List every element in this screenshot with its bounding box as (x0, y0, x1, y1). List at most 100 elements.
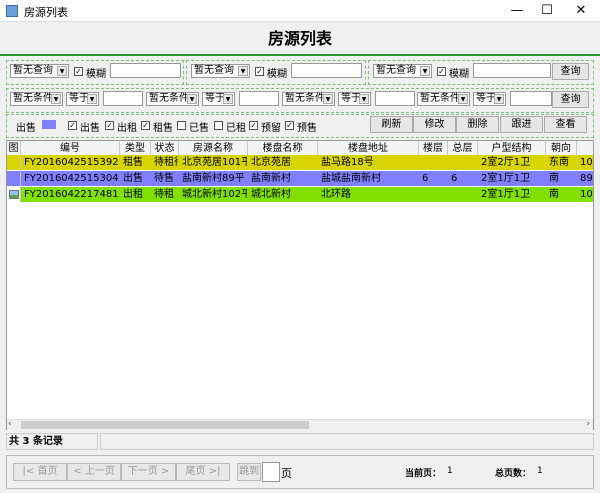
last-page-button[interactable]: 尾页 >| (176, 463, 230, 481)
query-button-1[interactable]: 查询 (552, 63, 589, 80)
jump-page-input[interactable] (262, 462, 280, 482)
edit-button[interactable]: 修改 (413, 116, 456, 133)
table-row[interactable]: FY201604251539263210 租售待租待北京苑居101平北京苑居 盐马路… (7, 155, 593, 171)
chevron-down-icon[interactable]: ▼ (87, 94, 97, 104)
chevron-down-icon[interactable]: ▼ (57, 66, 67, 76)
table-cell: 北环路 (321, 189, 351, 200)
chevron-down-icon[interactable]: ▼ (323, 94, 333, 104)
condition-operator-select[interactable]: 等于 ▼ (473, 92, 506, 106)
delete-button[interactable]: 删除 (456, 116, 499, 133)
maximize-button[interactable]: ☐ (532, 2, 562, 20)
chevron-down-icon[interactable]: ▼ (51, 94, 61, 104)
filter-checkbox-1[interactable]: ✓ (105, 121, 114, 130)
search-input[interactable] (291, 63, 362, 78)
search-input[interactable] (110, 63, 181, 78)
search-field-select[interactable]: 暂无查询 ▼ (373, 64, 432, 78)
table-cell: 6 (422, 173, 429, 184)
table-cell (419, 155, 448, 171)
table-row[interactable]: FY201604251530454540 出售待售盐南新村89平盐南新村 盐城盐南新… (7, 171, 593, 187)
fuzzy-label: 模糊 (267, 69, 287, 80)
view-button[interactable]: 查看 (544, 116, 587, 133)
page-title: 房源列表 (0, 22, 600, 56)
filter-checkbox-4[interactable] (214, 121, 223, 130)
table-cell (419, 187, 448, 203)
image-cell[interactable] (7, 171, 21, 187)
fuzzy-label: 模糊 (449, 69, 469, 80)
select-value: 等于 (69, 93, 89, 104)
scrollbar-thumb[interactable] (21, 421, 309, 429)
search-input[interactable] (473, 63, 551, 78)
table-cell: 2室1厅1卫 (481, 173, 531, 184)
follow-up-button[interactable]: 跟进 (500, 116, 543, 133)
table-cell: 租售 (123, 157, 143, 168)
search-field-select[interactable]: 暂无查询 ▼ (191, 64, 250, 78)
current-page-value: 1 (447, 466, 453, 476)
prev-page-button[interactable]: < 上一页 (67, 463, 121, 481)
condition-operator-select[interactable]: 等于 ▼ (338, 92, 371, 106)
minimize-button[interactable]: — (502, 2, 532, 20)
table-cell: 出售 (123, 173, 143, 184)
scroll-right-icon[interactable]: › (586, 419, 590, 429)
close-button[interactable]: ✕ (566, 2, 596, 20)
filter-checkbox-2[interactable]: ✓ (141, 121, 150, 130)
page-unit-label: 页 (281, 467, 292, 480)
condition-value-input[interactable] (239, 91, 279, 106)
next-page-button[interactable]: 下一页 > (121, 463, 176, 481)
condition-field-select[interactable]: 暂无条件 ▼ (417, 92, 470, 106)
table-row[interactable]: FY201604221748136480 出租待租城北新村102平城北新村 北环路 2… (7, 187, 593, 203)
filter-label: 已售 (189, 123, 209, 134)
chevron-down-icon[interactable]: ▼ (458, 94, 468, 104)
table-cell: 南 (549, 189, 559, 200)
total-pages-label: 总页数： (495, 469, 532, 479)
filter-label: 预留 (261, 123, 281, 134)
filter-label: 出租 (117, 123, 137, 134)
condition-field-select[interactable]: 暂无条件 ▼ (146, 92, 199, 106)
search-field-select[interactable]: 暂无查询 ▼ (10, 64, 69, 78)
select-value: 等于 (476, 93, 496, 104)
condition-value-input[interactable] (103, 91, 143, 106)
table-cell: 89 (580, 173, 593, 184)
query-button-2[interactable]: 查询 (552, 91, 589, 108)
select-value: 暂无条件 (149, 93, 189, 104)
filter-checkbox-0[interactable]: ✓ (68, 121, 77, 130)
condition-operator-select[interactable]: 等于 ▼ (66, 92, 99, 106)
table-cell: FY201604251539263210 (24, 157, 119, 168)
chevron-down-icon[interactable]: ▼ (223, 94, 233, 104)
fuzzy-label: 模糊 (86, 69, 106, 80)
table-cell: 北京苑居 (251, 157, 291, 168)
filter-checkbox-5[interactable]: ✓ (249, 121, 258, 130)
fuzzy-checkbox[interactable]: ✓ (74, 67, 83, 76)
chevron-down-icon[interactable]: ▼ (420, 66, 430, 76)
horizontal-scrollbar[interactable]: ‹ › (7, 419, 593, 430)
filter-checkbox-3[interactable] (177, 121, 186, 130)
refresh-button[interactable]: 刷新 (370, 116, 413, 133)
fuzzy-checkbox[interactable]: ✓ (255, 67, 264, 76)
chevron-down-icon[interactable]: ▼ (494, 94, 504, 104)
chevron-down-icon[interactable]: ▼ (359, 94, 369, 104)
table-cell: 城北新村102平 (182, 189, 248, 200)
table-cell (448, 187, 478, 203)
chevron-down-icon[interactable]: ▼ (187, 94, 197, 104)
select-value: 暂无查询 (376, 65, 416, 76)
total-pages-value: 1 (537, 466, 543, 476)
condition-value-input[interactable] (510, 91, 552, 106)
chevron-down-icon[interactable]: ▼ (238, 66, 248, 76)
condition-operator-select[interactable]: 等于 ▼ (202, 92, 235, 106)
condition-field-select[interactable]: 暂无条件 ▼ (282, 92, 335, 106)
filter-checkbox-6[interactable]: ✓ (285, 121, 294, 130)
filter-label: 出售 (80, 123, 100, 134)
table-cell: 盐城盐南新村 (321, 173, 381, 184)
filter-label: 预售 (297, 123, 317, 134)
jump-button[interactable]: 跳到 (237, 463, 261, 481)
table-cell: 南 (549, 173, 559, 184)
image-cell[interactable] (7, 155, 21, 171)
table-cell: 101 (580, 157, 593, 168)
condition-value-input[interactable] (375, 91, 415, 106)
image-cell[interactable] (7, 187, 21, 203)
scroll-left-icon[interactable]: ‹ (8, 419, 12, 429)
condition-field-select[interactable]: 暂无条件 ▼ (10, 92, 63, 106)
select-value: 暂无查询 (13, 65, 53, 76)
status-panel (100, 433, 594, 450)
fuzzy-checkbox[interactable]: ✓ (437, 67, 446, 76)
first-page-button[interactable]: |< 首页 (13, 463, 67, 481)
